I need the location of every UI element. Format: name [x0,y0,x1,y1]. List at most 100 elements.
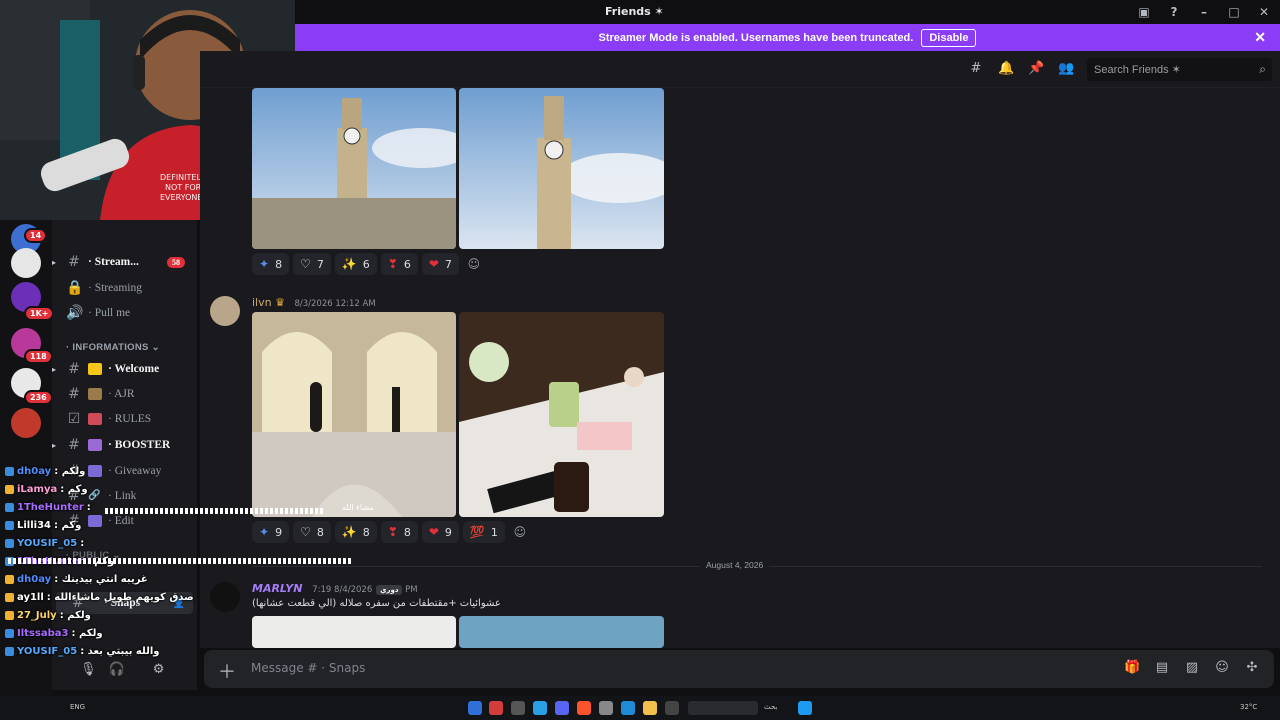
channel-label: · RULES [108,413,152,425]
message-composer[interactable]: ＋ Message # · Snaps 🎁 ▤ ▨ ☺ ✣ [204,650,1274,688]
taskbar-search[interactable] [688,701,758,715]
add-reaction-icon[interactable]: ☺ [509,521,531,543]
plus-icon[interactable]: ＋ [218,658,236,684]
reaction-count: 6 [362,257,370,271]
reaction-emoji-icon: ❣ [387,525,398,539]
reaction-pill[interactable]: ✨ 8 [334,521,377,543]
windows-start-icon[interactable] [798,701,812,715]
app-icon[interactable] [599,701,613,715]
message-image[interactable] [459,88,664,249]
message-image[interactable] [252,616,456,648]
reaction-pill[interactable]: ✦ 8 [252,253,290,275]
author-name[interactable]: ilvn [252,296,272,309]
channel-booster[interactable]: ▸ # · BOOSTER [52,434,197,456]
reaction-pill[interactable]: ✨ 6 [334,253,377,275]
chat-username: dh0ay [17,573,52,585]
apps-icon[interactable]: ✣ [1244,660,1260,676]
help-icon[interactable]: ? [1166,4,1182,20]
reaction-pill[interactable]: ♡ 7 [293,253,331,275]
edge-icon[interactable] [621,701,635,715]
reaction-emoji-icon: ❤ [428,257,439,271]
message-image[interactable]: مشاء الله [252,312,456,517]
chat-badge-icon [5,574,14,584]
headphones-icon[interactable]: 🎧 [109,662,125,677]
minimize-icon[interactable]: – [1196,4,1212,20]
server-badge: 1K+ [24,306,55,321]
chat-badge-icon [5,466,14,476]
channel-ajr[interactable]: # · AJR [52,383,197,405]
reaction-count: 1 [490,525,498,539]
emoji-icon[interactable]: ☺ [1214,660,1230,676]
chat-text: : ولكم [59,609,91,621]
reaction-pill[interactable]: ❣ 6 [380,253,418,275]
channel-rules[interactable]: ☑ · RULES [52,408,197,430]
reaction-count: 7 [444,257,452,271]
sticker-icon[interactable]: ▨ [1184,660,1200,676]
app-icon[interactable] [511,701,525,715]
app-icon[interactable] [665,701,679,715]
keyboard-language[interactable]: ENG [70,703,85,711]
server-badge: 14 [24,228,48,243]
avatar[interactable] [210,582,240,612]
reaction-count: 8 [403,525,411,539]
brave-icon[interactable] [577,701,591,715]
inbox-icon[interactable]: ▣ [1136,4,1152,20]
server-icon[interactable] [11,248,41,278]
message-image[interactable] [459,616,664,648]
threads-icon[interactable]: # [968,61,984,77]
members-icon[interactable]: 👥 [1058,61,1074,77]
author-name[interactable]: MARLYN [252,582,302,595]
rules-icon: ☑ [67,411,81,427]
reaction-pill[interactable]: ✦ 9 [252,521,290,543]
chat-message: Iltssaba3: ولكم [5,624,205,642]
chat-text: : ولكم [54,465,86,477]
add-reaction-icon[interactable]: ☺ [463,253,485,275]
avatar[interactable] [210,296,240,326]
chat-divider [105,508,323,514]
reaction-pill[interactable]: 💯 1 [462,521,505,543]
chat-username: 1TheHunter [17,501,84,513]
message-header: ilvn ♛ 8/3/2026 12:12 AM [252,296,376,309]
star-emoji-icon [88,363,102,375]
close-window-icon[interactable]: ✕ [1256,4,1272,20]
chat-text: : [80,537,85,549]
microphone-icon[interactable]: 🎙 [80,662,97,677]
disable-button[interactable]: Disable [921,28,977,47]
gift-icon[interactable]: 🎁 [1124,660,1140,676]
reaction-pill[interactable]: ❣ 8 [380,521,418,543]
server-icon[interactable] [11,408,41,438]
steam-icon[interactable] [468,701,482,715]
folder-icon[interactable] [643,701,657,715]
close-icon[interactable]: ✕ [1254,29,1266,46]
message-image[interactable] [252,88,456,249]
reaction-pill[interactable]: ❤ 9 [421,521,459,543]
telegram-icon[interactable] [533,701,547,715]
title-bar: Friends ✶ ▣ ? – □ ✕ [295,0,1280,24]
channel-streamers[interactable]: ▸ # · Stream... 58 [52,251,197,273]
reaction-pill[interactable]: ❤ 7 [421,253,459,275]
app-icon[interactable] [489,701,503,715]
search-input[interactable]: Search Friends ✶ ⌕ [1087,58,1272,81]
reaction-pill[interactable]: ♡ 8 [293,521,331,543]
channel-label: · Stream... [88,256,139,268]
pin-icon[interactable]: 📌 [1028,61,1044,77]
channel-streaming[interactable]: 🔒 · Streaming [52,277,197,299]
reaction-count: 6 [403,257,411,271]
message-image[interactable] [459,312,664,517]
chat-divider [8,558,353,564]
channel-welcome[interactable]: ▸ # · Welcome [52,358,197,380]
bell-icon[interactable]: 🔔 [998,61,1014,77]
emoji-icon [88,413,102,425]
svg-text:NOT FOR: NOT FOR [165,183,202,192]
discord-icon[interactable] [555,701,569,715]
gif-icon[interactable]: ▤ [1154,660,1170,676]
guild-tag: دوري [376,585,403,595]
reaction-count: 9 [444,525,452,539]
category-informations[interactable]: · INFORMATIONS ⌄ [66,342,160,353]
search-placeholder: Search Friends ✶ [1094,64,1181,76]
reaction-count: 8 [316,525,324,539]
channel-pull-me[interactable]: 🔊 · Pull me [52,302,197,324]
maximize-icon[interactable]: □ [1226,4,1242,20]
settings-icon[interactable]: ⚙ [153,662,165,677]
reaction-count: 7 [316,257,324,271]
